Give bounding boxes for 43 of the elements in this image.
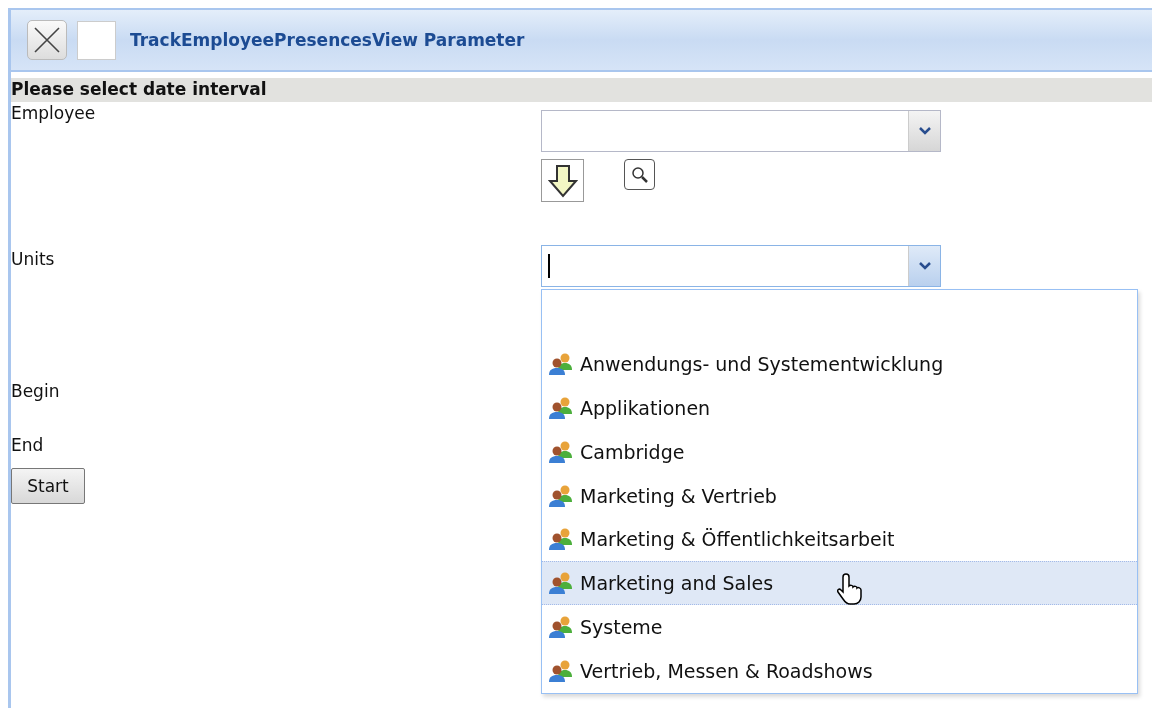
field-label: End [11, 434, 45, 456]
start-button[interactable]: Start [11, 468, 85, 504]
dropdown-option[interactable]: Marketing & Öffentlichkeitsarbeit [542, 517, 1137, 562]
dropdown-option[interactable]: Marketing and Sales [542, 561, 1137, 606]
option-label: Anwendungs- und Systementwicklung [580, 352, 944, 375]
dropdown-option[interactable]: Marketing & Vertrieb [542, 473, 1137, 518]
people-icon [548, 395, 574, 420]
option-label: Marketing & Vertrieb [580, 484, 777, 507]
section-header: Please select date interval [11, 78, 1152, 102]
option-label: Marketing and Sales [580, 572, 774, 595]
window-title: TrackEmployeePresencesView Parameter [130, 30, 525, 50]
option-label: Applikationen [580, 396, 711, 419]
dropdown-option[interactable]: Applikationen [542, 385, 1137, 430]
hand-cursor-icon [837, 572, 865, 607]
field-label: Begin [11, 380, 61, 402]
people-icon [548, 527, 574, 552]
down-arrow-button[interactable] [541, 159, 584, 202]
option-label: Systeme [580, 616, 663, 639]
chevron-down-icon [918, 127, 931, 135]
close-button[interactable] [27, 20, 67, 60]
people-icon [548, 439, 574, 464]
people-icon [548, 571, 574, 596]
text-cursor [548, 254, 550, 278]
option-label: Vertrieb, Messen & Roadshows [580, 660, 873, 683]
option-label: Marketing & Öffentlichkeitsarbeit [580, 528, 895, 551]
people-icon [548, 615, 574, 640]
chevron-down-icon [918, 262, 931, 270]
field-label: Units [11, 248, 56, 270]
dropdown-option[interactable]: Vertrieb, Messen & Roadshows [542, 649, 1137, 693]
dropdown-trigger[interactable] [908, 246, 940, 286]
dropdown-option[interactable]: Cambridge [542, 429, 1137, 474]
down-arrow-icon [547, 163, 578, 198]
search-button[interactable] [624, 159, 655, 190]
close-icon [33, 26, 61, 54]
people-icon [548, 351, 574, 376]
dropdown-option[interactable]: Systeme [542, 605, 1137, 650]
people-icon [548, 483, 574, 508]
option-label: Cambridge [580, 440, 685, 463]
search-icon [629, 164, 650, 185]
dropdown-option[interactable]: Anwendungs- und Systementwicklung [542, 342, 1137, 386]
dropdown-trigger[interactable] [908, 111, 940, 151]
people-icon [548, 659, 574, 684]
field-label: Employee [11, 102, 97, 124]
